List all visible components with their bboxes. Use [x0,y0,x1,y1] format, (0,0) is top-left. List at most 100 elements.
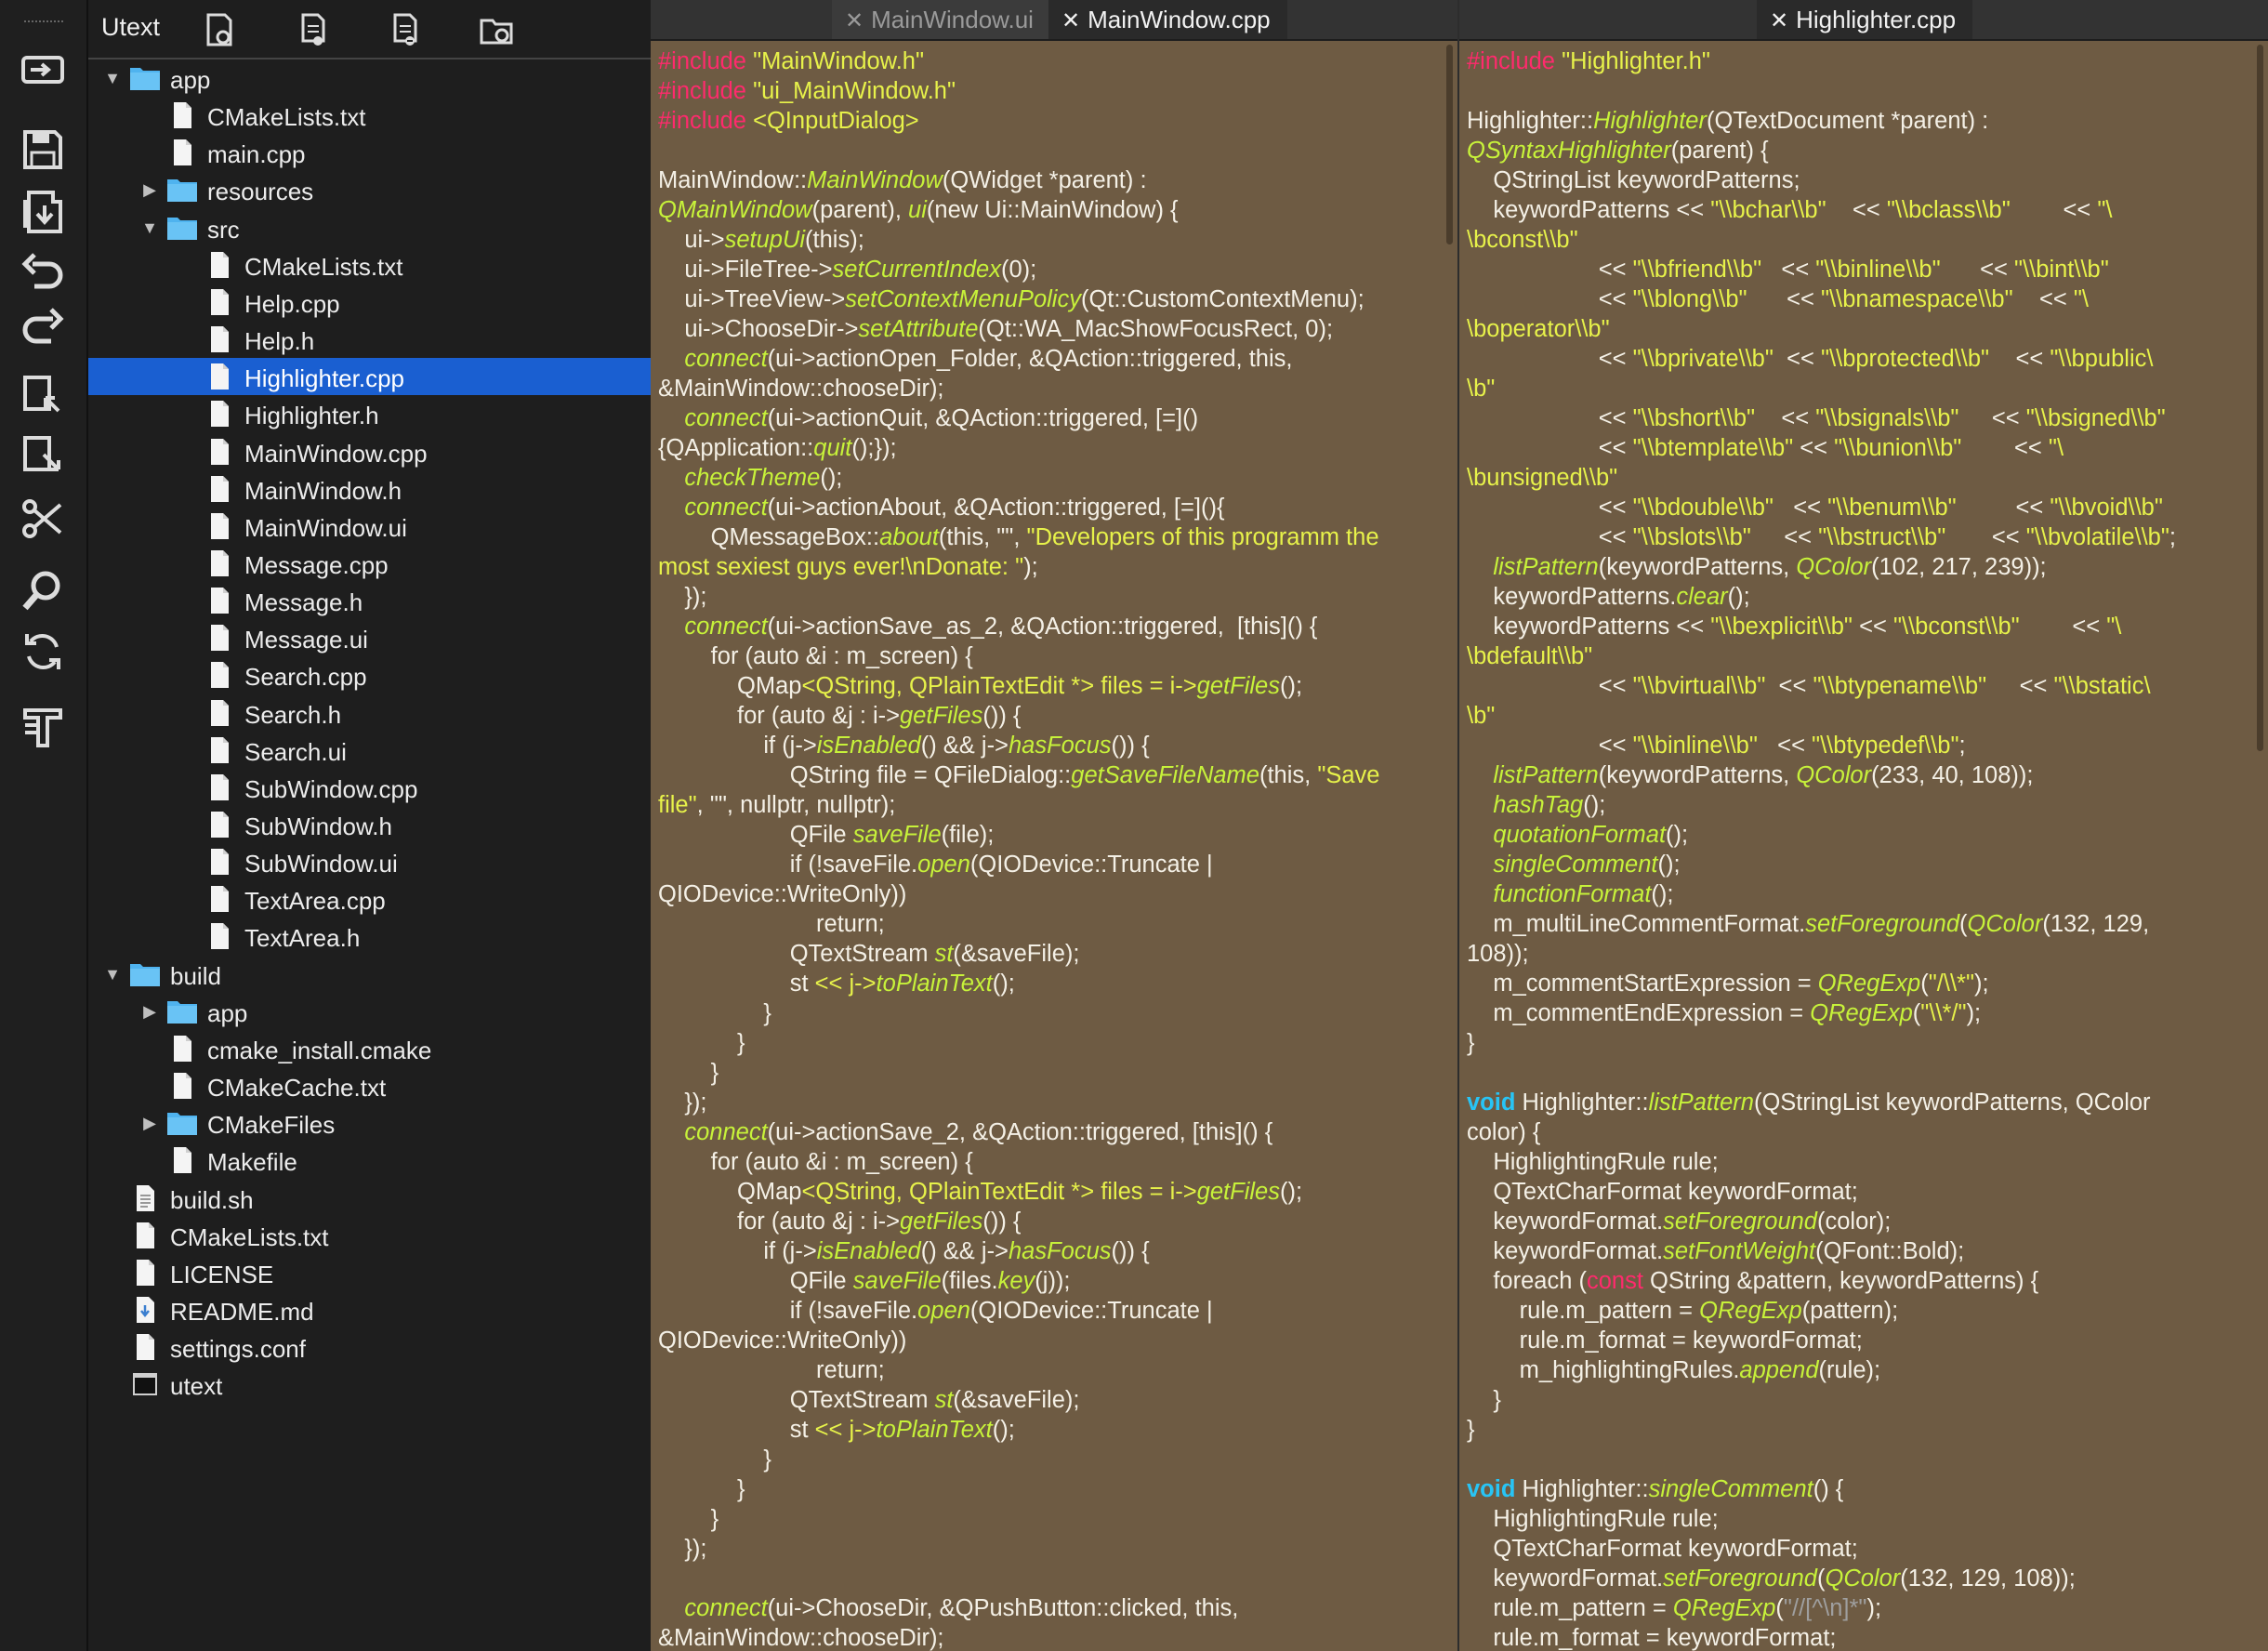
tree-file[interactable]: Highlighter.h [88,395,651,432]
code-token: open [917,852,970,878]
toggle-panel-button[interactable] [17,48,69,97]
save-button[interactable] [17,127,69,176]
tree-file[interactable]: TextArea.h [88,918,651,955]
tree-file[interactable]: SubWindow.cpp [88,769,651,806]
toolbar-grip[interactable] [24,20,63,28]
new-file-button[interactable] [201,11,240,48]
file-icon [204,251,235,279]
code-token: keywordPatterns << [1467,197,1711,223]
tree-folder[interactable]: ▼ app [88,59,651,97]
tree-item-label: Makefile [207,1148,297,1177]
tree-file[interactable]: Message.cpp [88,545,651,582]
code-token: "\\bchar\\b" [1710,197,1826,223]
close-tab-icon[interactable]: ✕ [1061,8,1080,33]
tree-file[interactable]: Search.cpp [88,656,651,693]
code-token: "\\bstatic\ [2053,673,2151,699]
code-token: connect [684,1595,768,1621]
code-token: << [1747,286,1821,312]
close-tab-icon[interactable]: ✕ [1770,8,1788,33]
scrollbar[interactable] [2257,45,2263,751]
new-doc-button[interactable] [294,11,333,48]
tree-file[interactable]: Makefile [88,1142,651,1179]
tab-bar: ✕ MainWindow.ui ✕ MainWindow.cpp [651,0,1457,41]
tree-file[interactable]: cmake_install.cmake [88,1030,651,1067]
code-line: connect(ui->actionAbout, &QAction::trigg… [658,493,1444,522]
tree-file[interactable]: LICENSE [88,1254,651,1291]
code-token: "\\bexplicit\\b" [1710,614,1853,640]
code-editor[interactable]: #include "Highlighter.h" Highlighter::Hi… [1467,46,2255,1651]
tree-file[interactable]: MainWindow.ui [88,508,651,545]
code-line: << "\\bshort\\b" << "\\bsignals\\b" << "… [1467,403,2255,433]
tree-file[interactable]: main.cpp [88,134,651,171]
tree-folder[interactable]: ▶ CMakeFiles [88,1104,651,1142]
tree-file[interactable]: utext [88,1366,651,1403]
redo-button[interactable] [17,306,69,354]
font-button[interactable] [17,707,69,755]
tree-file[interactable]: Search.h [88,694,651,732]
code-token: << [1958,405,2026,431]
tree-file[interactable]: Message.ui [88,619,651,656]
tree-file[interactable]: MainWindow.h [88,470,651,508]
tree-file[interactable]: Help.cpp [88,284,651,321]
paste-button[interactable] [17,436,69,484]
tree-file[interactable]: README.md [88,1291,651,1328]
tree-folder[interactable]: ▼ build [88,956,651,993]
tree-folder[interactable]: ▶ app [88,993,651,1030]
code-token: if (j-> [658,1238,817,1264]
tree-folder[interactable]: ▶ resources [88,171,651,208]
tree-file[interactable]: Message.h [88,582,651,619]
tree-file[interactable]: CMakeLists.txt [88,1217,651,1254]
collapse-arrow-icon[interactable]: ▶ [140,177,159,203]
tab-highlighter-cpp[interactable]: ✕ Highlighter.cpp [1757,0,1973,39]
code-editor[interactable]: #include "MainWindow.h" #include "ui_Main… [658,46,1444,1651]
tree-folder[interactable]: ▼ src [88,209,651,246]
code-token: << [1765,673,1813,699]
search-button[interactable] [17,569,69,617]
tab-mainwindow-ui[interactable]: ✕ MainWindow.ui [832,0,1050,39]
expand-arrow-icon[interactable]: ▼ [103,961,122,987]
tree-file[interactable]: build.sh [88,1180,651,1217]
code-line: keywordFormat.setFontWeight(QFont::Bold)… [1467,1236,2255,1266]
scrollbar[interactable] [1446,45,1453,244]
new-folder-button[interactable] [478,11,517,48]
collapse-arrow-icon[interactable]: ▶ [140,998,159,1024]
cut-button[interactable] [17,496,69,545]
code-token: "\\bclass\\b" [1886,197,2011,223]
tree-file[interactable]: Search.ui [88,732,651,769]
code-token: append [1739,1357,1819,1383]
undo-button[interactable] [17,251,69,299]
tree-file[interactable]: CMakeCache.txt [88,1067,651,1104]
tree-file[interactable]: SubWindow.ui [88,843,651,880]
code-token: (rule); [1818,1357,1881,1383]
tree-file[interactable]: Highlighter.cpp [88,358,651,396]
delete-file-button[interactable] [386,11,425,48]
replace-button[interactable] [17,629,69,678]
code-line: checkTheme(); [658,463,1444,493]
tree-file[interactable]: Help.h [88,321,651,358]
code-token: QIODevice::WriteOnly)) [658,881,907,907]
code-token: (); [992,1417,1015,1443]
code-line: &MainWindow::chooseDir); [658,374,1444,403]
tree-file[interactable]: MainWindow.cpp [88,433,651,470]
tab-mainwindow-cpp[interactable]: ✕ MainWindow.cpp [1048,0,1287,39]
expand-arrow-icon[interactable]: ▼ [103,65,122,91]
collapse-arrow-icon[interactable]: ▶ [140,1110,159,1136]
code-token: return; [658,911,885,937]
tree-file[interactable]: CMakeLists.txt [88,97,651,134]
code-token: "\\binline\\b" [1632,733,1758,759]
tree-file[interactable]: CMakeLists.txt [88,246,651,284]
tree-file[interactable]: TextArea.cpp [88,880,651,918]
code-token: \b" [1467,376,1496,402]
code-token: << [1989,346,2050,372]
expand-arrow-icon[interactable]: ▼ [140,215,159,241]
code-token: m_commentStartExpression = [1467,971,1818,997]
code-token: << [1961,435,2049,461]
close-tab-icon[interactable]: ✕ [845,8,864,33]
code-token: << [1761,257,1816,283]
save-all-button[interactable] [17,190,69,238]
file-icon [129,1222,161,1249]
code-token: connect [684,495,768,521]
tree-file[interactable]: SubWindow.h [88,806,651,843]
copy-button[interactable] [17,375,69,423]
tree-file[interactable]: settings.conf [88,1328,651,1366]
